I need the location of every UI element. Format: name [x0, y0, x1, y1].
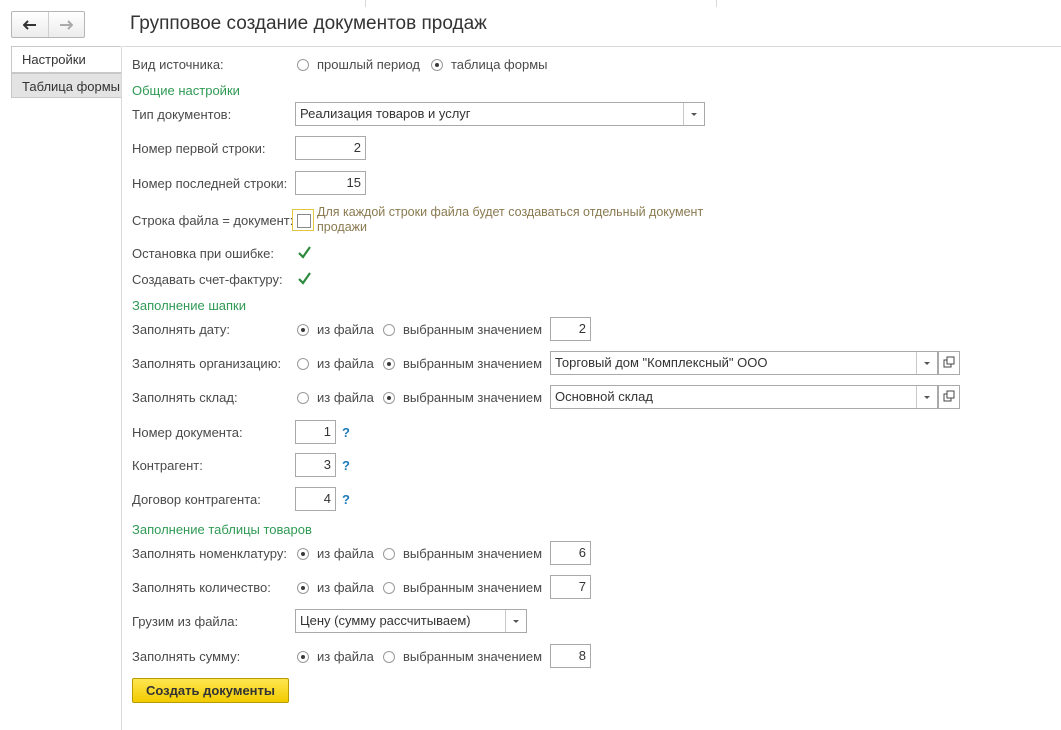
- fill-org-radio-file[interactable]: [297, 358, 309, 370]
- fill-sum-radio-value[interactable]: [383, 651, 395, 663]
- fill-sum-label: Заполнять сумму:: [132, 649, 241, 664]
- stop-on-error-label: Остановка при ошибке:: [132, 246, 274, 261]
- fill-org-label: Заполнять организацию:: [132, 356, 282, 371]
- counterparty-input[interactable]: 3: [295, 453, 336, 477]
- tab-settings[interactable]: Настройки: [11, 46, 121, 73]
- last-row-input[interactable]: 15: [295, 171, 366, 195]
- row-is-doc-checkbox[interactable]: [292, 209, 314, 231]
- fill-item-radio-file[interactable]: [297, 548, 309, 560]
- first-row-input[interactable]: 2: [295, 136, 366, 160]
- divider: [365, 0, 366, 7]
- fill-item-radio-file-label: из файла: [317, 546, 374, 561]
- fill-date-radio-value[interactable]: [383, 324, 395, 336]
- doc-number-label: Номер документа:: [132, 425, 243, 440]
- fill-item-column-input[interactable]: 6: [550, 541, 591, 565]
- page-title: Групповое создание документов продаж: [130, 13, 487, 34]
- divider: [716, 0, 717, 7]
- fill-sum-radio-file-label: из файла: [317, 649, 374, 664]
- fill-qty-radio-value-label: выбранным значением: [403, 580, 543, 595]
- fill-warehouse-value: Основной склад: [555, 389, 653, 404]
- fill-date-radio-file[interactable]: [297, 324, 309, 336]
- help-icon[interactable]: ?: [342, 458, 350, 473]
- stop-on-error-checkbox[interactable]: [298, 246, 311, 259]
- doc-type-select[interactable]: Реализация товаров и услуг: [295, 102, 705, 126]
- fill-org-radio-file-label: из файла: [317, 356, 374, 371]
- section-table: Заполнение таблицы товаров: [132, 522, 312, 537]
- radio-form-table-label: таблица формы: [451, 57, 548, 72]
- tab-form-table[interactable]: Таблица формы: [11, 73, 121, 98]
- first-row-label: Номер первой строки:: [132, 141, 266, 156]
- chevron-down-icon[interactable]: [916, 386, 937, 408]
- create-invoice-label: Создавать счет-фактуру:: [132, 272, 283, 287]
- doc-number-input[interactable]: 1: [295, 420, 336, 444]
- open-icon: [943, 356, 955, 368]
- fill-item-radio-value[interactable]: [383, 548, 395, 560]
- nav-buttons: [11, 11, 85, 38]
- fill-org-radio-value[interactable]: [383, 358, 395, 370]
- fill-item-label: Заполнять номенклатуру:: [132, 546, 287, 561]
- fill-warehouse-radio-file[interactable]: [297, 392, 309, 404]
- contract-input[interactable]: 4: [295, 487, 336, 511]
- fill-sum-radio-value-label: выбранным значением: [403, 649, 543, 664]
- fill-warehouse-select[interactable]: Основной склад: [550, 385, 938, 409]
- back-button[interactable]: [12, 12, 48, 37]
- radio-last-period-label: прошлый период: [317, 57, 421, 72]
- fill-date-label: Заполнять дату:: [132, 322, 230, 337]
- contract-label: Договор контрагента:: [132, 492, 261, 507]
- create-documents-button[interactable]: Создать документы: [132, 678, 289, 703]
- create-invoice-checkbox[interactable]: [298, 272, 311, 285]
- fill-qty-column-input[interactable]: 7: [550, 575, 591, 599]
- row-is-doc-label: Строка файла = документ:: [132, 213, 294, 228]
- fill-org-value: Торговый дом "Комплексный" ООО: [555, 355, 768, 370]
- forward-button[interactable]: [47, 12, 85, 37]
- source-label: Вид источника:: [132, 57, 224, 72]
- chevron-down-icon[interactable]: [916, 352, 937, 374]
- radio-last-period[interactable]: [297, 59, 309, 71]
- open-icon: [943, 390, 955, 402]
- fill-warehouse-radio-value-label: выбранным значением: [403, 390, 543, 405]
- fill-warehouse-radio-value[interactable]: [383, 392, 395, 404]
- chevron-down-icon[interactable]: [683, 103, 704, 125]
- fill-qty-radio-file[interactable]: [297, 582, 309, 594]
- arrow-left-icon: [22, 19, 36, 30]
- fill-item-radio-value-label: выбранным значением: [403, 546, 543, 561]
- last-row-label: Номер последней строки:: [132, 176, 288, 191]
- fill-qty-radio-value[interactable]: [383, 582, 395, 594]
- fill-warehouse-label: Заполнять склад:: [132, 390, 238, 405]
- help-icon[interactable]: ?: [342, 492, 350, 507]
- divider: [122, 46, 1061, 47]
- section-header: Заполнение шапки: [132, 298, 246, 313]
- fill-org-radio-value-label: выбранным значением: [403, 356, 543, 371]
- fill-sum-radio-file[interactable]: [297, 651, 309, 663]
- fill-qty-radio-file-label: из файла: [317, 580, 374, 595]
- fill-org-select[interactable]: Торговый дом "Комплексный" ООО: [550, 351, 938, 375]
- load-from-file-select[interactable]: Цену (сумму рассчитываем): [295, 609, 527, 633]
- fill-date-radio-file-label: из файла: [317, 322, 374, 337]
- doc-type-label: Тип документов:: [132, 107, 232, 122]
- row-is-doc-hint: Для каждой строки файла будет создаватьс…: [317, 205, 704, 234]
- counterparty-label: Контрагент:: [132, 458, 203, 473]
- fill-qty-label: Заполнять количество:: [132, 580, 271, 595]
- fill-date-column-input[interactable]: 2: [550, 317, 591, 341]
- doc-type-value: Реализация товаров и услуг: [300, 106, 471, 121]
- section-general: Общие настройки: [132, 83, 240, 98]
- open-warehouse-button[interactable]: [938, 385, 960, 409]
- load-from-file-value: Цену (сумму рассчитываем): [300, 613, 471, 628]
- help-icon[interactable]: ?: [342, 425, 350, 440]
- fill-sum-column-input[interactable]: 8: [550, 644, 591, 668]
- radio-form-table[interactable]: [431, 59, 443, 71]
- open-org-button[interactable]: [938, 351, 960, 375]
- fill-warehouse-radio-file-label: из файла: [317, 390, 374, 405]
- load-from-file-label: Грузим из файла:: [132, 614, 239, 629]
- chevron-down-icon[interactable]: [505, 610, 526, 632]
- divider: [121, 47, 122, 730]
- fill-date-radio-value-label: выбранным значением: [403, 322, 543, 337]
- arrow-right-icon: [60, 19, 74, 30]
